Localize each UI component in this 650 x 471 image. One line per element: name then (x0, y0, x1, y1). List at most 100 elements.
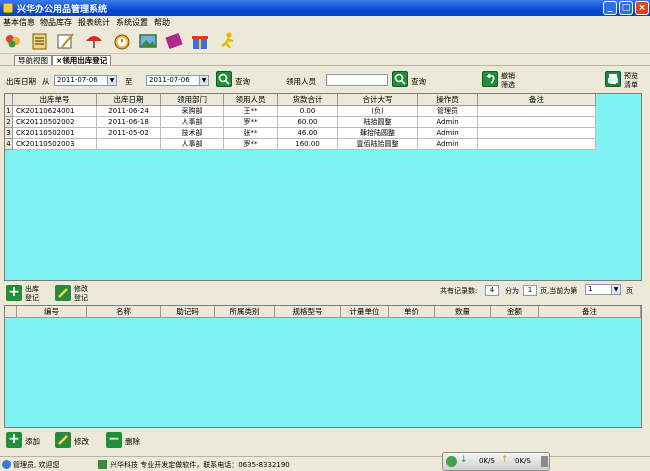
tab-nav-view[interactable]: 导航视图 (14, 55, 52, 65)
from-date-picker[interactable]: 2011-07-06 ▼ (54, 75, 117, 86)
plus-icon: + (6, 432, 22, 448)
row-number[interactable]: 1 (5, 106, 13, 117)
cell-operator[interactable]: Admin (418, 117, 478, 128)
runner-icon[interactable] (218, 31, 238, 51)
column-header[interactable]: 名称 (87, 306, 161, 318)
user-group-icon[interactable] (4, 31, 24, 51)
gift-icon[interactable] (190, 31, 210, 51)
column-header[interactable]: 所属类别 (215, 306, 275, 318)
cell-person[interactable]: 罗** (224, 117, 278, 128)
cell-total[interactable]: 46.00 (278, 128, 338, 139)
add-button[interactable]: + 添加 (6, 431, 46, 449)
cell-person[interactable]: 罗** (224, 139, 278, 150)
cell-order-id[interactable]: CK20110624001 (13, 106, 97, 117)
picture-icon[interactable] (138, 31, 158, 51)
cell-total[interactable]: 0.00 (278, 106, 338, 117)
current-page-select[interactable]: 1 ▼ (585, 284, 621, 295)
column-header[interactable]: 备注 (539, 306, 641, 318)
pencil-icon (55, 285, 71, 301)
cell-date[interactable]: 2011-05-02 (97, 128, 161, 139)
chevron-down-icon[interactable]: ▼ (611, 285, 620, 294)
column-header[interactable]: 领用人员 (224, 94, 278, 106)
tab-checkout-register[interactable]: ×领用出库登记 (52, 55, 112, 65)
cell-order-id[interactable]: CK20110502001 (13, 128, 97, 139)
menu-help[interactable]: 帮助 (154, 17, 170, 28)
cancel-filter-button[interactable]: 撤销 筛选 (482, 71, 522, 91)
row-number[interactable]: 3 (5, 128, 13, 139)
pages-label: 分为 (505, 287, 519, 295)
preview-list-button[interactable]: 预览 清单 (605, 71, 645, 91)
detail-table[interactable]: 编号 名称 助记码 所属类别 规格型号 计量单位 单价 数量 金额 备注 (4, 305, 642, 428)
chevron-down-icon[interactable]: ▼ (199, 76, 208, 85)
cell-date[interactable]: 2011-06-24 (97, 106, 161, 117)
cell-dept[interactable]: 人事部 (161, 139, 224, 150)
column-header[interactable]: 领用部门 (161, 94, 224, 106)
cell-dept[interactable]: 采购部 (161, 106, 224, 117)
cell-total[interactable]: 60.00 (278, 117, 338, 128)
minimize-button[interactable]: _ (603, 1, 617, 15)
query-user-button[interactable]: 查询 (392, 71, 430, 89)
column-header[interactable]: 备注 (478, 94, 596, 106)
widget-handle[interactable] (541, 456, 548, 467)
menu-basic-info[interactable]: 基本信息 (3, 17, 35, 28)
cell-note[interactable] (478, 128, 596, 139)
column-header[interactable]: 单价 (389, 306, 435, 318)
user-input[interactable] (326, 74, 388, 86)
menu-inventory[interactable]: 物品库存 (40, 17, 72, 28)
column-header[interactable]: 数量 (435, 306, 491, 318)
to-date-picker[interactable]: 2011-07-06 ▼ (146, 75, 209, 86)
cell-order-id[interactable]: CK20110502002 (13, 117, 97, 128)
column-header[interactable]: 货款合计 (278, 94, 338, 106)
delete-button[interactable]: − 删除 (106, 431, 146, 449)
cell-upper[interactable]: 肆拾陆圆整 (338, 128, 418, 139)
column-header[interactable]: 出库单号 (13, 94, 97, 106)
table-corner (5, 94, 13, 106)
cell-order-id[interactable]: CK20110502003 (13, 139, 97, 150)
query-date-button[interactable]: 查询 (216, 71, 254, 89)
cell-dept[interactable]: 技术部 (161, 128, 224, 139)
cell-date[interactable]: 2011-06-18 (97, 117, 161, 128)
menu-reports[interactable]: 报表统计 (78, 17, 110, 28)
cell-note[interactable] (478, 117, 596, 128)
cell-operator[interactable]: Admin (418, 128, 478, 139)
book-icon[interactable] (164, 31, 184, 51)
cell-operator[interactable]: 管理员 (418, 106, 478, 117)
maximize-button[interactable]: □ (619, 1, 633, 15)
modify-label: 修改 (74, 437, 89, 446)
row-number[interactable]: 2 (5, 117, 13, 128)
alarm-clock-icon[interactable] (112, 31, 132, 51)
column-header[interactable]: 操作员 (418, 94, 478, 106)
close-button[interactable]: × (635, 1, 649, 15)
cell-note[interactable] (478, 139, 596, 150)
edit-form-icon[interactable] (56, 31, 76, 51)
umbrella-icon[interactable] (84, 31, 104, 51)
row-number[interactable]: 4 (5, 139, 13, 150)
plus-icon: + (6, 285, 22, 301)
cell-date[interactable] (97, 139, 161, 150)
modify-button[interactable]: 修改 (55, 431, 95, 449)
menu-settings[interactable]: 系统设置 (116, 17, 148, 28)
cell-upper[interactable]: 壹佰陆拾圆整 (338, 139, 418, 150)
printer-icon (605, 71, 621, 87)
column-header[interactable]: 合计大写 (338, 94, 418, 106)
cell-upper[interactable]: (负) (338, 106, 418, 117)
checkout-table[interactable]: 出库单号 出库日期 领用部门 领用人员 货款合计 合计大写 操作员 备注 1 C… (4, 93, 642, 281)
column-header[interactable]: 规格型号 (275, 306, 341, 318)
column-header[interactable]: 金额 (491, 306, 539, 318)
cell-note[interactable] (478, 106, 596, 117)
to-label: 至 (125, 77, 133, 86)
column-header[interactable]: 计量单位 (341, 306, 389, 318)
register-checkout-button[interactable]: + 出库 登记 (6, 284, 48, 302)
cell-person[interactable]: 王** (224, 106, 278, 117)
notebook-icon[interactable] (30, 31, 50, 51)
column-header[interactable]: 出库日期 (97, 94, 161, 106)
chevron-down-icon[interactable]: ▼ (107, 76, 116, 85)
column-header[interactable]: 助记码 (161, 306, 215, 318)
cell-upper[interactable]: 陆拾圆整 (338, 117, 418, 128)
modify-register-button[interactable]: 修改 登记 (55, 284, 97, 302)
cell-operator[interactable]: Admin (418, 139, 478, 150)
cell-total[interactable]: 160.00 (278, 139, 338, 150)
column-header[interactable]: 编号 (17, 306, 87, 318)
cell-person[interactable]: 张** (224, 128, 278, 139)
cell-dept[interactable]: 人事部 (161, 117, 224, 128)
